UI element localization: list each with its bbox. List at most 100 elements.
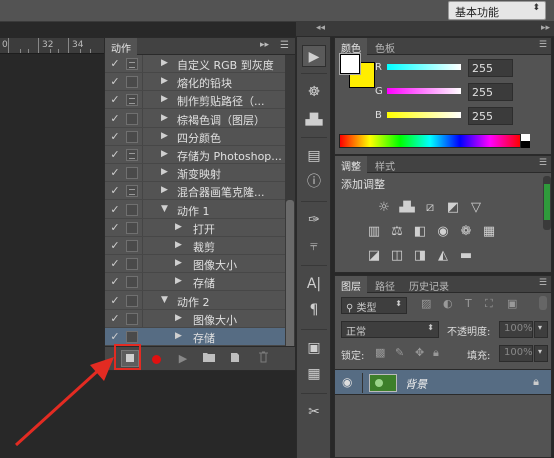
- collapsed-triangle-icon[interactable]: ▶: [161, 94, 168, 104]
- navigator-button[interactable]: ☸: [302, 81, 326, 103]
- white-swatch[interactable]: [521, 134, 530, 141]
- actions-scrollbar[interactable]: [285, 55, 295, 355]
- dialog-toggle[interactable]: [126, 331, 138, 343]
- red-slider[interactable]: [387, 64, 461, 70]
- filter-type-icon[interactable]: T: [465, 297, 472, 310]
- eye-icon[interactable]: ◉: [342, 375, 352, 389]
- new-set-button[interactable]: [201, 351, 217, 367]
- hue-saturation-icon[interactable]: ▥: [365, 224, 383, 240]
- info-button[interactable]: ⓘ: [302, 171, 326, 193]
- lock-move-icon[interactable]: ✥: [415, 346, 424, 359]
- blend-mode-select[interactable]: 正常 ⬍: [341, 321, 439, 338]
- collapsed-triangle-icon[interactable]: ▶: [175, 222, 182, 232]
- action-row[interactable]: ✓ ▶ 自定义 RGB 到灰度: [105, 55, 287, 73]
- lock-all-icon[interactable]: 🔒︎: [433, 346, 439, 360]
- play-panel-button[interactable]: ▶: [302, 45, 326, 67]
- histogram-button[interactable]: ▟▙: [302, 109, 326, 131]
- lock-transparent-icon[interactable]: ▩: [375, 346, 385, 359]
- dialog-toggle[interactable]: [126, 185, 138, 198]
- scrollbar-thumb[interactable]: [286, 200, 294, 355]
- tab-layers[interactable]: 图层: [335, 276, 367, 293]
- panel-menu-icon[interactable]: ☰: [539, 158, 547, 168]
- record-button[interactable]: [148, 351, 164, 367]
- foreground-color-swatch[interactable]: [339, 53, 361, 75]
- action-row[interactable]: ✓ ▶ 渐变映射: [105, 164, 287, 183]
- filter-smart-object-icon[interactable]: ▣: [507, 297, 517, 310]
- gradient-map-icon[interactable]: ▬: [457, 248, 475, 264]
- tab-adjustments[interactable]: 调整: [335, 156, 367, 173]
- layer-comps-button[interactable]: ▣: [302, 337, 326, 359]
- filter-adjustment-icon[interactable]: ◐: [443, 297, 453, 310]
- collapsed-triangle-icon[interactable]: ▶: [175, 331, 182, 341]
- collapsed-triangle-icon[interactable]: ▶: [161, 149, 168, 159]
- levels-icon[interactable]: ▟▙: [398, 200, 416, 216]
- curves-icon[interactable]: ⧄: [421, 200, 439, 216]
- filter-pixel-icon[interactable]: ▨: [421, 297, 431, 310]
- action-row[interactable]: ✓ ▶ 打开: [105, 219, 287, 237]
- action-row[interactable]: ✓ ▼ 动作 1: [105, 201, 287, 219]
- action-row[interactable]: ✓ ▶ 四分颜色: [105, 128, 287, 146]
- properties-button[interactable]: ▤: [302, 145, 326, 167]
- dialog-toggle[interactable]: [126, 240, 138, 252]
- dialog-toggle[interactable]: [126, 94, 138, 107]
- collapsed-triangle-icon[interactable]: ▶: [175, 276, 182, 286]
- action-row[interactable]: ✓ ▶ 混合器画笔克隆...: [105, 182, 287, 201]
- action-row[interactable]: ✓ ▶ 图像大小: [105, 255, 287, 274]
- toggle-checkmark-icon[interactable]: ✓: [108, 221, 122, 235]
- dialog-toggle[interactable]: [126, 203, 138, 216]
- dialog-toggle[interactable]: [126, 312, 138, 325]
- blue-slider[interactable]: [387, 112, 461, 118]
- action-row[interactable]: ✓ ▼ 动作 2: [105, 292, 287, 310]
- fill-field[interactable]: 100%: [499, 345, 533, 362]
- adjustments-scrollbar[interactable]: [543, 176, 551, 230]
- lock-brush-icon[interactable]: ✎: [395, 346, 404, 359]
- dialog-toggle[interactable]: [126, 221, 138, 234]
- new-action-button[interactable]: [227, 351, 243, 367]
- panel-menu-icon[interactable]: ☰: [280, 40, 289, 51]
- layer-row-background[interactable]: ◉ 背景 🔒︎: [335, 369, 551, 395]
- filter-shape-icon[interactable]: ⛶: [485, 297, 493, 311]
- action-row[interactable]: ✓ ▶ 存储为 Photoshop...: [105, 146, 287, 164]
- color-balance-icon[interactable]: ⚖: [388, 224, 406, 240]
- collapsed-triangle-icon[interactable]: ▶: [161, 113, 168, 123]
- toggle-checkmark-icon[interactable]: ✓: [108, 294, 122, 308]
- delete-button[interactable]: [255, 351, 271, 367]
- dialog-toggle[interactable]: [126, 258, 138, 271]
- dialog-toggle[interactable]: [126, 149, 138, 161]
- tab-paths[interactable]: 路径: [369, 276, 401, 293]
- expanded-triangle-icon[interactable]: ▼: [161, 204, 168, 214]
- exposure-icon[interactable]: ◩: [444, 200, 462, 216]
- tab-color[interactable]: 颜色: [335, 38, 367, 55]
- toggle-checkmark-icon[interactable]: ✓: [108, 239, 122, 253]
- toggle-checkmark-icon[interactable]: ✓: [108, 93, 122, 107]
- threshold-icon[interactable]: ◨: [411, 248, 429, 264]
- brush-presets-button[interactable]: ⫧: [302, 235, 326, 257]
- collapsed-triangle-icon[interactable]: ▶: [175, 240, 182, 250]
- color-spectrum[interactable]: [339, 134, 521, 148]
- collapse-right-icon[interactable]: ▸▸: [541, 23, 550, 33]
- toggle-checkmark-icon[interactable]: ✓: [108, 312, 122, 326]
- toggle-checkmark-icon[interactable]: ✓: [108, 203, 122, 217]
- toggle-checkmark-icon[interactable]: ✓: [108, 148, 122, 162]
- black-white-icon[interactable]: ◧: [411, 224, 429, 240]
- brushes-button[interactable]: ✑: [302, 209, 326, 231]
- green-value-field[interactable]: 255: [468, 83, 513, 101]
- toggle-checkmark-icon[interactable]: ✓: [108, 112, 122, 126]
- toggle-checkmark-icon[interactable]: ✓: [108, 166, 122, 180]
- tab-styles[interactable]: 样式: [369, 156, 401, 173]
- filter-toggle[interactable]: [539, 296, 547, 310]
- blue-value-field[interactable]: 255: [468, 107, 513, 125]
- photo-filter-icon[interactable]: ◉: [434, 224, 452, 240]
- dialog-toggle[interactable]: [126, 130, 138, 143]
- action-row[interactable]: ✓ ▶ 熔化的铅块: [105, 73, 287, 92]
- brightness-icon[interactable]: ☼: [375, 200, 393, 216]
- collapsed-triangle-icon[interactable]: ▶: [161, 131, 168, 141]
- action-row[interactable]: ✓ ▶ 图像大小: [105, 310, 287, 328]
- dialog-toggle[interactable]: [126, 167, 138, 180]
- dialog-toggle[interactable]: [126, 76, 138, 89]
- posterize-icon[interactable]: ◫: [388, 248, 406, 264]
- vibrance-icon[interactable]: ▽: [467, 200, 485, 216]
- action-row[interactable]: ✓ ▶ 制作剪贴路径（...: [105, 91, 287, 110]
- dialog-toggle[interactable]: [126, 294, 138, 307]
- action-row[interactable]: ✓ ▶ 裁剪: [105, 237, 287, 255]
